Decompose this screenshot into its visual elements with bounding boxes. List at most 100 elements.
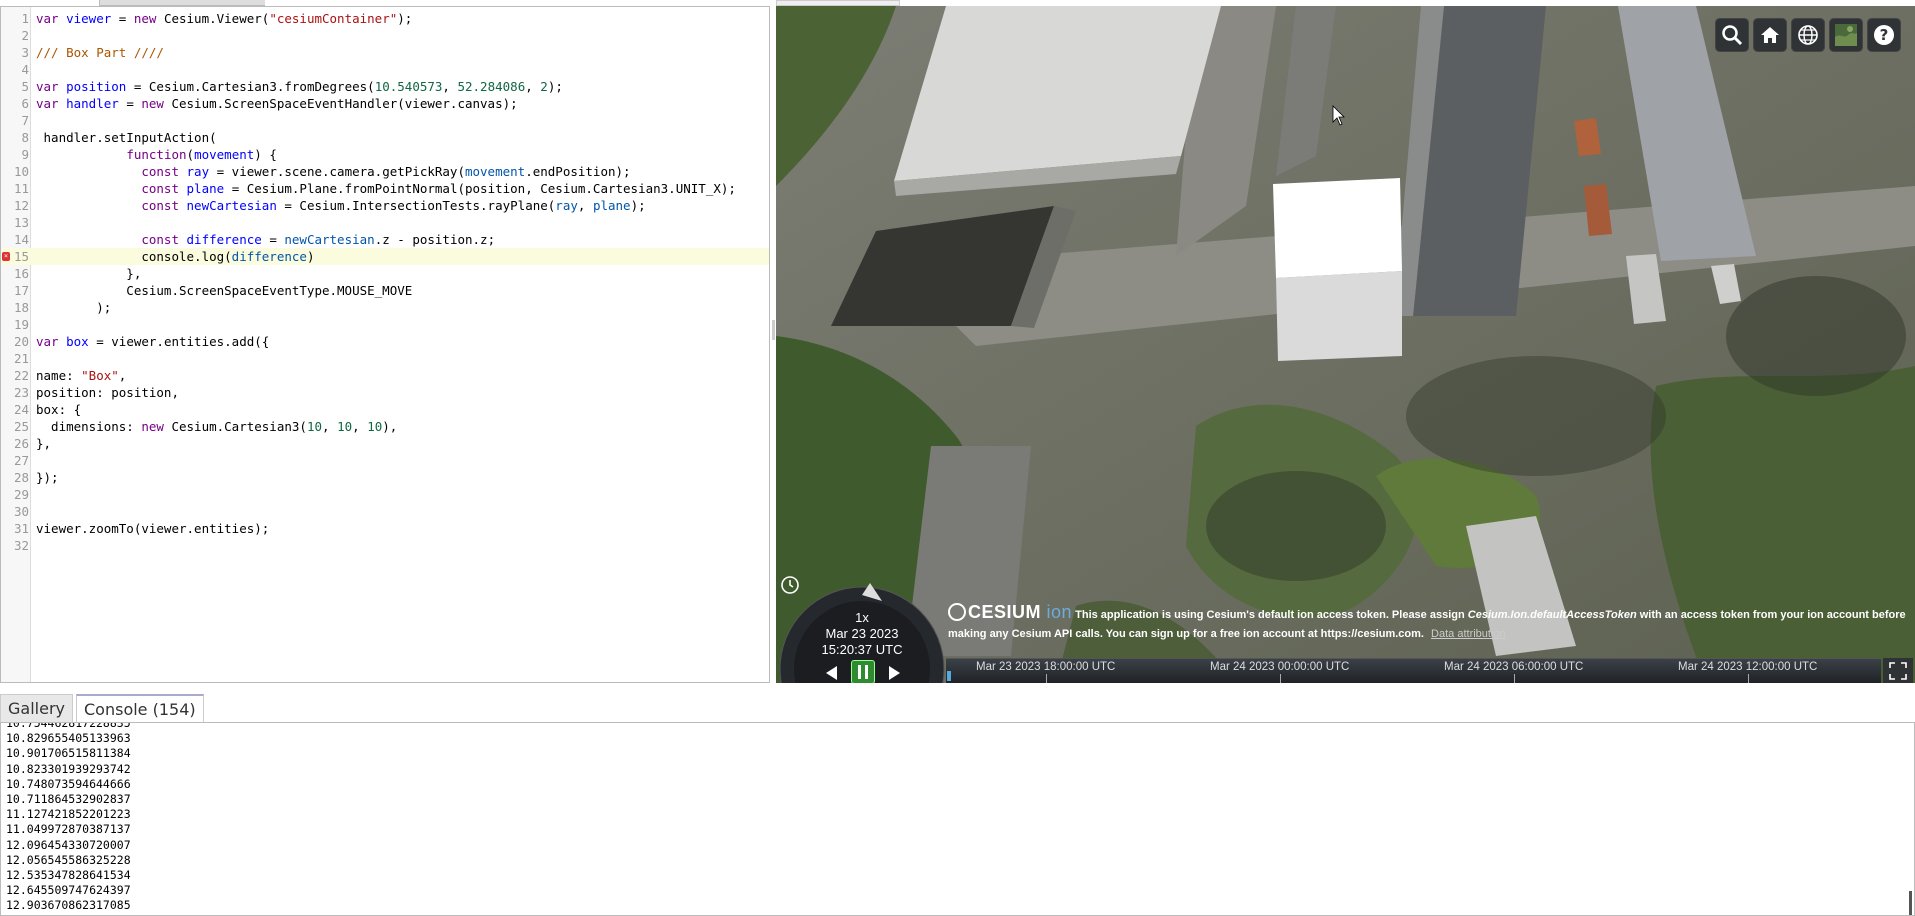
- line-number: 10: [13, 164, 29, 179]
- line-number: 31: [13, 521, 29, 536]
- console-log-line: 12.535347828641534: [6, 868, 131, 882]
- timeline-tick: [1046, 674, 1047, 683]
- code-line[interactable]: 9 function(movement) {: [1, 146, 769, 163]
- code-text: box: {: [36, 402, 82, 417]
- aerial-scene[interactable]: [776, 6, 1915, 683]
- code-line[interactable]: 32: [1, 537, 769, 554]
- play-forward-icon[interactable]: [884, 663, 904, 683]
- pane-splitter[interactable]: [772, 320, 775, 340]
- line-number: 28: [13, 470, 29, 485]
- code-line[interactable]: 29: [1, 486, 769, 503]
- line-number: 1: [21, 11, 29, 26]
- code-line[interactable]: 19: [1, 316, 769, 333]
- play-reverse-icon[interactable]: [822, 663, 842, 683]
- console-log-line: 12.056545586325228: [6, 852, 131, 867]
- code-text: Cesium.ScreenSpaceEventType.MOUSE_MOVE: [36, 283, 413, 298]
- base-layer-picker-button[interactable]: [1829, 18, 1863, 52]
- code-line[interactable]: 27: [1, 452, 769, 469]
- timeline-tick: [1748, 674, 1749, 683]
- console-log-line: 11.127421852201223: [6, 807, 131, 822]
- code-line[interactable]: 30: [1, 503, 769, 520]
- timeline-label: Mar 24 2023 12:00:00 UTC: [1678, 661, 1818, 673]
- cesium-ion-logo[interactable]: CESIUM ion: [948, 602, 1072, 622]
- code-line[interactable]: 11 const plane = Cesium.Plane.fromPointN…: [1, 180, 769, 197]
- credit-container: CESIUM ion This application is using Ces…: [948, 603, 1908, 644]
- code-line[interactable]: 16 },: [1, 265, 769, 282]
- line-number: 5: [21, 79, 29, 94]
- scene-mode-button[interactable]: [1791, 18, 1825, 52]
- code-line[interactable]: 26},: [1, 435, 769, 452]
- line-number: 12: [13, 198, 29, 213]
- tab-console[interactable]: Console (154): [76, 694, 204, 722]
- help-icon: ?: [1874, 25, 1894, 45]
- code-line[interactable]: 3 /// Box Part ////: [1, 44, 769, 61]
- timeline-label: Mar 23 2023 18:00:00 UTC: [976, 661, 1116, 673]
- animation-speed: 1x: [855, 610, 869, 625]
- code-line[interactable]: 13: [1, 214, 769, 231]
- code-text: var handler = new Cesium.ScreenSpaceEven…: [36, 96, 518, 111]
- code-line[interactable]: 7: [1, 112, 769, 129]
- code-line[interactable]: 1 var viewer = new Cesium.Viewer("cesiumC…: [1, 10, 769, 27]
- code-line[interactable]: 6 var handler = new Cesium.ScreenSpaceEve…: [1, 95, 769, 112]
- clock-icon[interactable]: [780, 575, 800, 595]
- code-line[interactable]: 22 name: "Box",: [1, 367, 769, 384]
- code-line[interactable]: 5 var position = Cesium.Cartesian3.fromDe…: [1, 78, 769, 95]
- timeline-tick: [1280, 674, 1281, 683]
- timeline-needle[interactable]: [947, 671, 951, 681]
- code-line[interactable]: 2: [1, 27, 769, 44]
- search-button[interactable]: [1715, 18, 1749, 52]
- code-text: },: [36, 436, 52, 451]
- code-line[interactable]: 31 viewer.zoomTo(viewer.entities);: [1, 520, 769, 537]
- line-number: 19: [13, 317, 29, 332]
- code-line[interactable]: 28});: [1, 469, 769, 486]
- line-number: 32: [13, 538, 29, 553]
- code-line[interactable]: 4: [1, 61, 769, 78]
- line-number: 11: [13, 181, 29, 196]
- line-number: 17: [13, 283, 29, 298]
- code-line[interactable]: 12 const newCartesian = Cesium.Intersect…: [1, 197, 769, 214]
- timeline[interactable]: Mar 23 2023 18:00:00 UTC Mar 24 2023 00:…: [946, 658, 1881, 683]
- tab-gallery[interactable]: Gallery: [0, 694, 73, 722]
- code-line[interactable]: 14 const difference = newCartesian.z - p…: [1, 231, 769, 248]
- console-log-line: 10.901706515811384: [6, 746, 131, 761]
- cesium-viewer[interactable]: ? 1x Mar 23 2023 15:20:37 UTC CESIUM ion…: [776, 6, 1915, 683]
- help-button[interactable]: ?: [1867, 18, 1901, 52]
- timeline-label: Mar 24 2023 06:00:00 UTC: [1444, 661, 1584, 673]
- code-line[interactable]: 24 box: {: [1, 401, 769, 418]
- code-line[interactable]: 25 dimensions: new Cesium.Cartesian3(10,…: [1, 418, 769, 435]
- imagery-picker-icon: [1835, 24, 1857, 46]
- code-text: });: [36, 470, 59, 485]
- line-number: 27: [13, 453, 29, 468]
- code-line[interactable]: 20 var box = viewer.entities.add({: [1, 333, 769, 350]
- pause-icon: [858, 665, 868, 679]
- pause-button[interactable]: [851, 660, 875, 683]
- credit-link[interactable]: https://cesium.com: [1321, 628, 1421, 640]
- console-panel[interactable]: 10.754462817228835 10.829655405133963 10.9…: [0, 722, 1915, 916]
- code-editor[interactable]: 1 var viewer = new Cesium.Viewer("cesiumC…: [0, 6, 770, 683]
- code-text: var viewer = new Cesium.Viewer("cesiumCo…: [36, 11, 413, 26]
- code-text: console.log(difference): [36, 249, 315, 264]
- code-line[interactable]: 8 handler.setInputAction(: [1, 129, 769, 146]
- home-button[interactable]: [1753, 18, 1787, 52]
- fullscreen-icon: [1889, 661, 1907, 680]
- code-line[interactable]: 23 position: position,: [1, 384, 769, 401]
- console-scrollbar[interactable]: [1909, 891, 1912, 915]
- console-log-line: 12.096454330720007: [6, 837, 131, 852]
- code-text: name: "Box",: [36, 368, 127, 383]
- line-number: 14: [13, 232, 29, 247]
- fullscreen-button[interactable]: [1883, 658, 1913, 683]
- data-attribution-link[interactable]: Data attribution: [1431, 628, 1506, 640]
- code-line[interactable]: × 15 console.log(difference): [1, 248, 769, 265]
- line-number: 20: [13, 334, 29, 349]
- code-line[interactable]: 18 );: [1, 299, 769, 316]
- line-number: 3: [21, 45, 29, 60]
- timeline-tick: [1514, 674, 1515, 683]
- code-text: const plane = Cesium.Plane.fromPointNorm…: [141, 181, 736, 196]
- code-line[interactable]: 21: [1, 350, 769, 367]
- line-number: 16: [13, 266, 29, 281]
- line-number: 13: [13, 215, 29, 230]
- code-line[interactable]: 10 const ray = viewer.scene.camera.getPi…: [1, 163, 769, 180]
- animation-time: 15:20:37 UTC: [821, 642, 903, 657]
- code-line[interactable]: 17 Cesium.ScreenSpaceEventType.MOUSE_MOV…: [1, 282, 769, 299]
- console-log-line: 10.823301939293742: [6, 761, 131, 776]
